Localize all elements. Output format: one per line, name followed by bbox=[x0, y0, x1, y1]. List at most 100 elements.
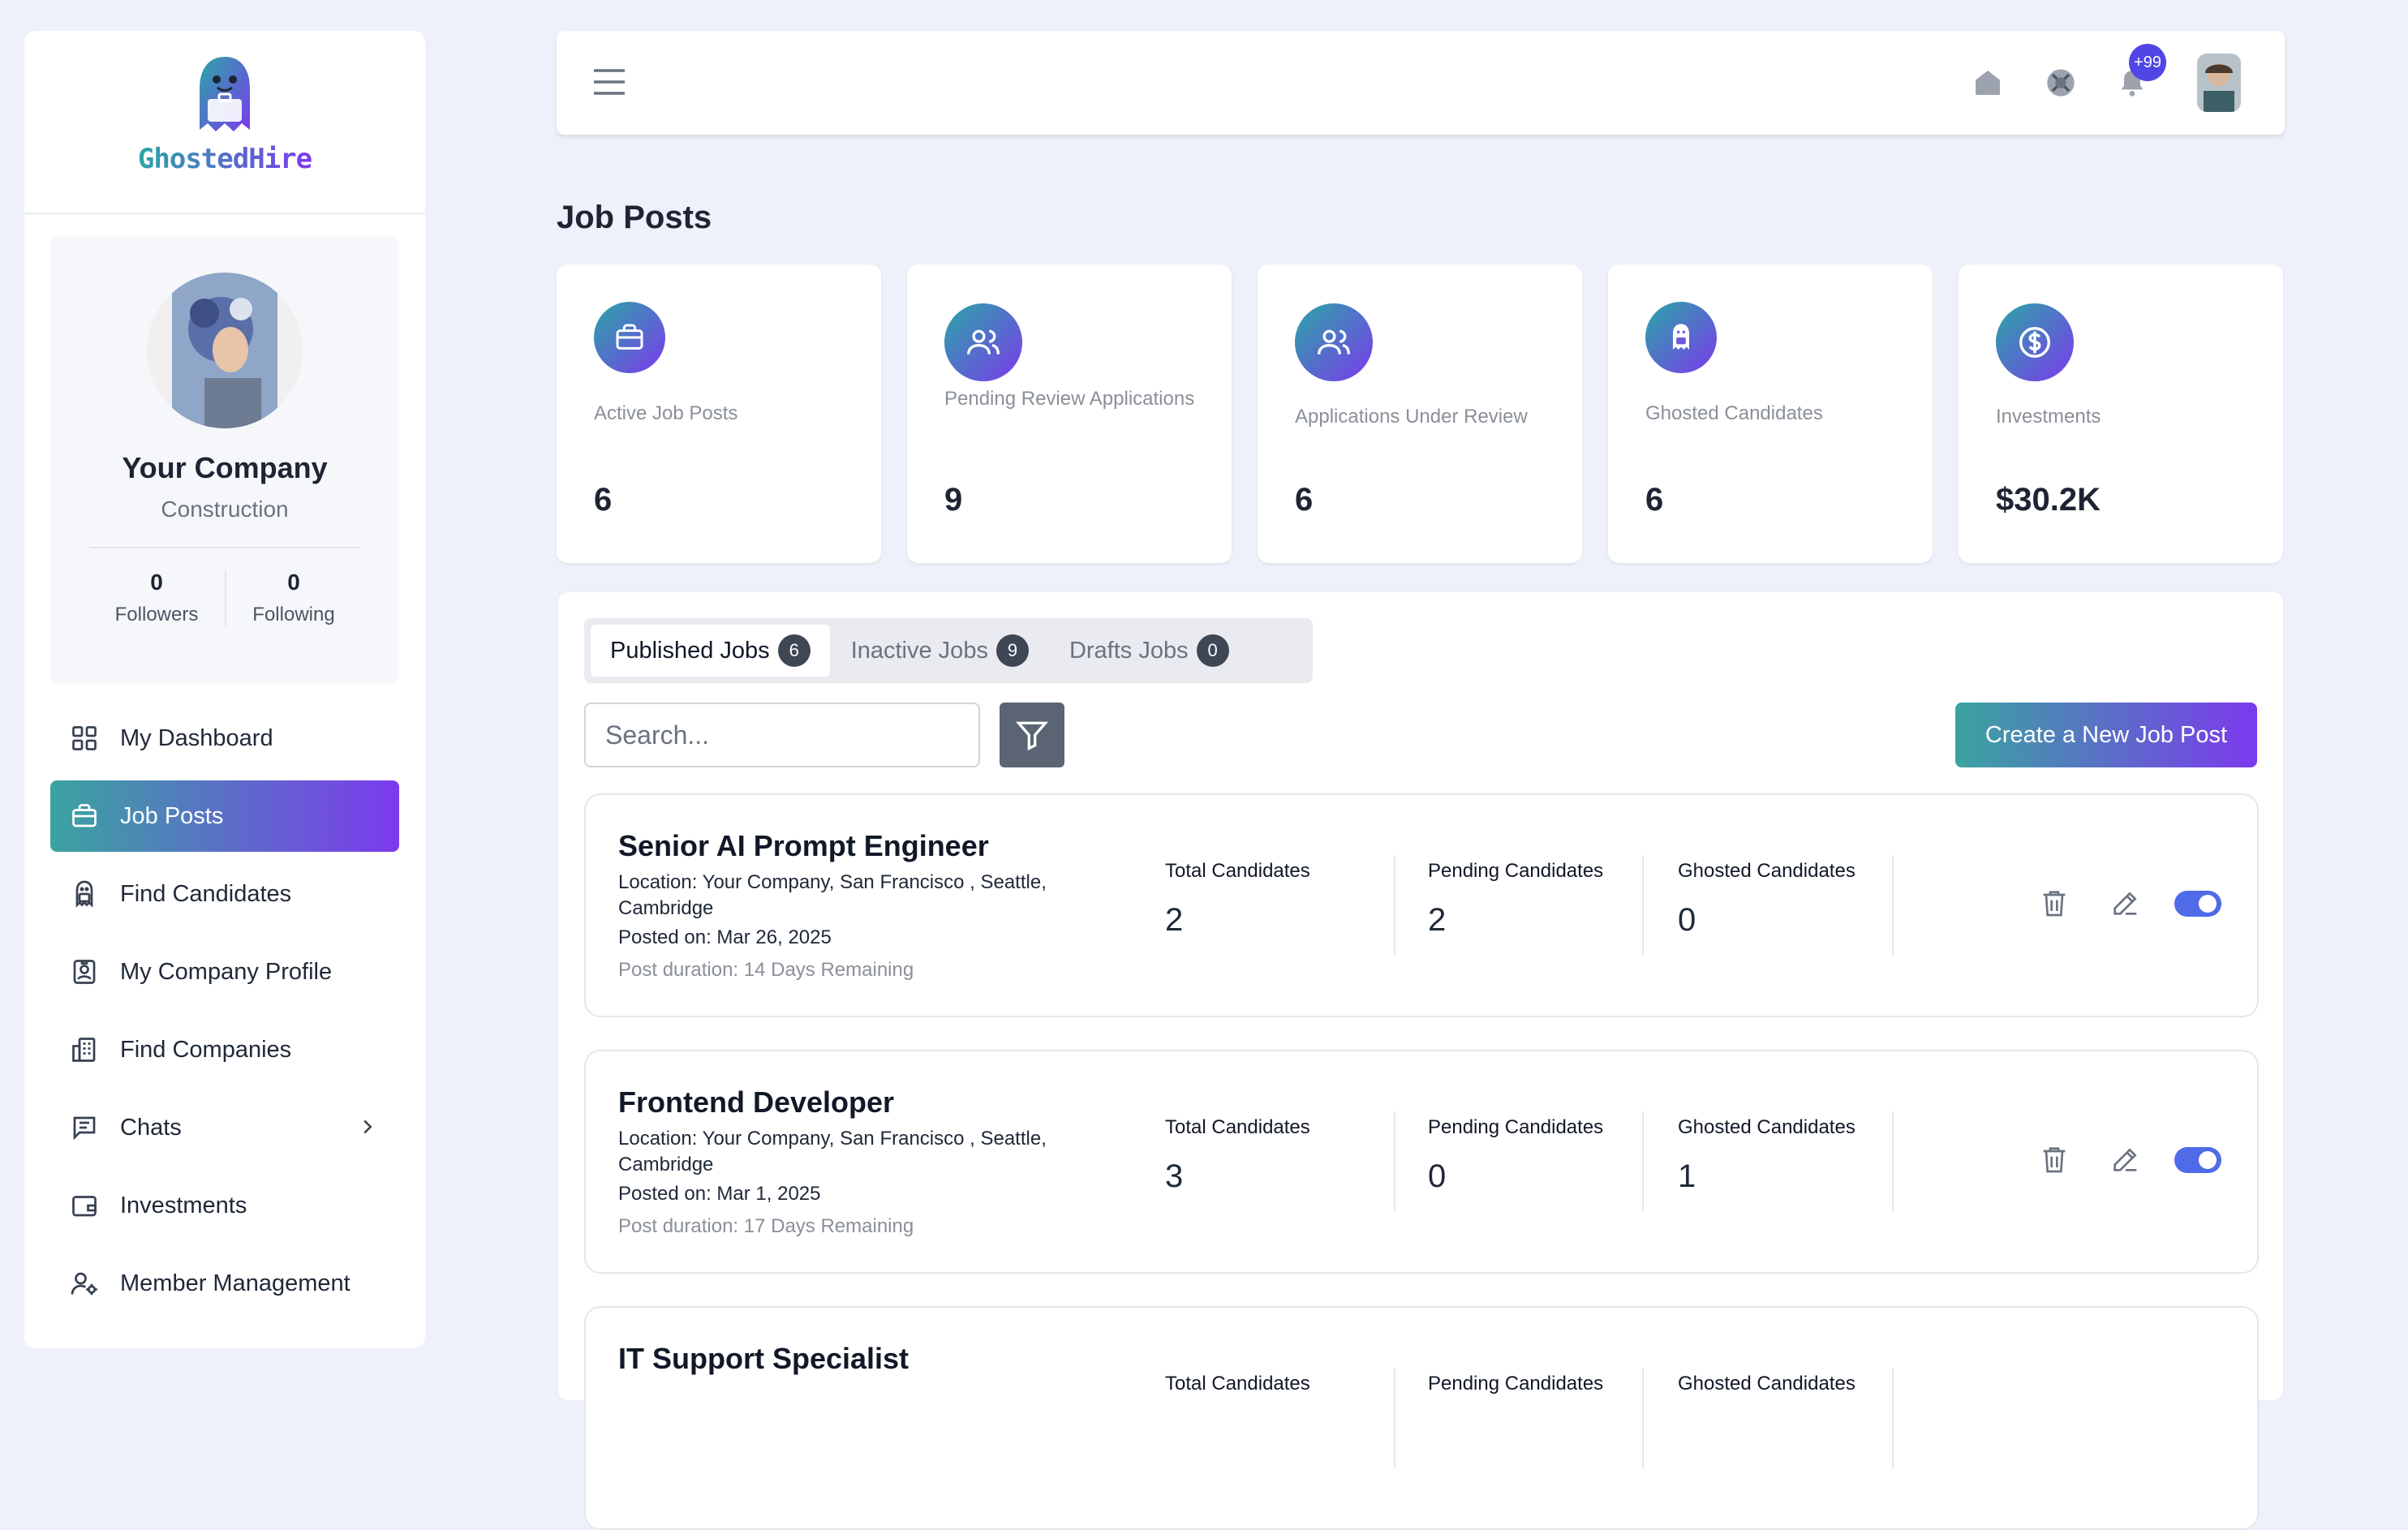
followers-count: 0 bbox=[150, 569, 163, 595]
following-stat[interactable]: 0 Following bbox=[225, 569, 361, 626]
trash-icon[interactable] bbox=[2038, 886, 2070, 924]
divider bbox=[89, 547, 360, 548]
user-settings-icon bbox=[67, 1266, 102, 1301]
avatar-photo-icon bbox=[172, 273, 277, 428]
job-active-toggle[interactable] bbox=[2174, 891, 2221, 917]
job-posted-date: Posted on: Mar 1, 2025 bbox=[618, 1183, 821, 1205]
followers-stat[interactable]: 0 Followers bbox=[88, 569, 225, 626]
job-active-toggle[interactable] bbox=[2174, 1147, 2221, 1173]
job-location: Location: Your Company, San Francisco , … bbox=[618, 1128, 1047, 1175]
stat-value: $30.2K bbox=[1996, 482, 2101, 518]
company-profile-card: Your Company Construction 0 Followers 0 … bbox=[50, 235, 399, 685]
sidebar-item-find-companies[interactable]: Find Companies bbox=[50, 1014, 399, 1085]
users-icon bbox=[1295, 303, 1373, 381]
sidebar-item-investments[interactable]: Investments bbox=[50, 1170, 399, 1241]
follow-stats: 0 Followers 0 Following bbox=[88, 569, 361, 626]
stat-label: Ghosted Candidates bbox=[1678, 860, 1855, 882]
tab-inactive-jobs[interactable]: Inactive Jobs 9 bbox=[832, 625, 1048, 677]
tab-count-badge: 0 bbox=[1196, 634, 1229, 667]
ghost-logo-icon bbox=[200, 57, 250, 131]
tab-count-badge: 6 bbox=[777, 634, 811, 667]
sidebar-item-label: Find Candidates bbox=[120, 880, 292, 907]
globe-icon[interactable] bbox=[2045, 67, 2077, 103]
stat-label: Ghosted Candidates bbox=[1678, 1116, 1855, 1138]
company-avatar[interactable] bbox=[147, 273, 303, 428]
tab-drafts-jobs[interactable]: Drafts Jobs 0 bbox=[1050, 625, 1249, 677]
search-input[interactable] bbox=[584, 703, 980, 767]
job-location: Location: Your Company, San Francisco , … bbox=[618, 871, 1047, 919]
total-candidates-stat: Total Candidates bbox=[1165, 1368, 1395, 1468]
home-icon[interactable] bbox=[1972, 67, 2004, 103]
stat-label: Pending Candidates bbox=[1428, 1116, 1604, 1138]
job-card[interactable]: Frontend Developer Location: Your Compan… bbox=[584, 1050, 2259, 1274]
filter-button[interactable] bbox=[1000, 703, 1064, 767]
pending-candidates-stat: Pending Candidates bbox=[1395, 1368, 1644, 1468]
stat-card-pending-review: Pending Review Applications 9 bbox=[907, 264, 1232, 563]
top-bar: +99 bbox=[557, 31, 2285, 135]
job-card[interactable]: IT Support Specialist Total Candidates P… bbox=[584, 1306, 2259, 1530]
stat-label: Pending Review Applications bbox=[944, 388, 1195, 410]
stat-card-investments: Investments $30.2K bbox=[1959, 264, 2283, 563]
stat-value: 6 bbox=[594, 482, 613, 518]
job-duration: Post duration: 14 Days Remaining bbox=[618, 959, 914, 981]
page-title: Job Posts bbox=[557, 200, 712, 235]
ghosted-candidates-stat: Ghosted Candidates bbox=[1644, 1368, 1894, 1468]
sidebar-nav: My Dashboard Job Posts Find Candidates M… bbox=[24, 703, 425, 1319]
edit-icon[interactable] bbox=[2109, 886, 2142, 924]
stat-value: 0 bbox=[1428, 1158, 1447, 1194]
stat-value: 2 bbox=[1165, 902, 1184, 938]
tab-label: Inactive Jobs bbox=[850, 637, 988, 664]
edit-icon[interactable] bbox=[2109, 1142, 2142, 1180]
job-title[interactable]: Senior AI Prompt Engineer bbox=[618, 829, 989, 863]
notification-badge: +99 bbox=[2129, 44, 2166, 81]
sidebar-item-label: My Dashboard bbox=[120, 724, 273, 751]
ghosted-candidates-stat: Ghosted Candidates 0 bbox=[1644, 855, 1894, 956]
stat-label: Total Candidates bbox=[1165, 1373, 1310, 1395]
sidebar-item-label: Member Management bbox=[120, 1270, 350, 1296]
user-avatar[interactable] bbox=[2197, 54, 2241, 112]
brand-name: GhostedHire bbox=[137, 143, 312, 175]
pending-candidates-stat: Pending Candidates 0 bbox=[1395, 1111, 1644, 1212]
logo[interactable]: GhostedHire bbox=[24, 31, 425, 214]
stat-label: Investments bbox=[1996, 406, 2101, 428]
briefcase-icon bbox=[594, 302, 665, 373]
sidebar-item-find-candidates[interactable]: Find Candidates bbox=[50, 858, 399, 930]
stat-value: 1 bbox=[1678, 1158, 1696, 1194]
job-card[interactable]: Senior AI Prompt Engineer Location: Your… bbox=[584, 793, 2259, 1017]
dashboard-grid-icon bbox=[67, 720, 102, 756]
job-title[interactable]: IT Support Specialist bbox=[618, 1342, 909, 1376]
sidebar-item-label: Find Companies bbox=[120, 1036, 292, 1063]
sidebar-item-my-company-profile[interactable]: My Company Profile bbox=[50, 936, 399, 1008]
stat-value: 9 bbox=[944, 482, 963, 518]
job-title[interactable]: Frontend Developer bbox=[618, 1085, 894, 1120]
sidebar-item-chats[interactable]: Chats bbox=[50, 1092, 399, 1163]
users-icon bbox=[944, 303, 1022, 381]
job-tabs: Published Jobs 6 Inactive Jobs 9 Drafts … bbox=[584, 618, 1313, 683]
menu-icon[interactable] bbox=[592, 68, 626, 100]
filter-icon bbox=[1015, 721, 1049, 751]
tab-published-jobs[interactable]: Published Jobs 6 bbox=[591, 625, 830, 677]
id-badge-icon bbox=[67, 954, 102, 990]
sidebar-item-label: Investments bbox=[120, 1192, 247, 1218]
stat-card-applications-under-review: Applications Under Review 6 bbox=[1258, 264, 1582, 563]
company-name: Your Company bbox=[122, 451, 328, 484]
total-candidates-stat: Total Candidates 3 bbox=[1165, 1111, 1395, 1212]
stat-label: Pending Candidates bbox=[1428, 1373, 1604, 1395]
sidebar-item-member-management[interactable]: Member Management bbox=[50, 1248, 399, 1319]
tab-count-badge: 9 bbox=[995, 634, 1029, 667]
trash-icon[interactable] bbox=[2038, 1142, 2070, 1180]
sidebar-item-label: My Company Profile bbox=[120, 958, 333, 985]
chevron-right-icon[interactable] bbox=[355, 1115, 380, 1145]
tab-label: Drafts Jobs bbox=[1069, 637, 1189, 664]
sidebar-item-my-dashboard[interactable]: My Dashboard bbox=[50, 703, 399, 774]
dollar-icon bbox=[1996, 303, 2074, 381]
sidebar-item-job-posts[interactable]: Job Posts bbox=[50, 780, 399, 852]
followers-label: Followers bbox=[114, 604, 199, 625]
pending-candidates-stat: Pending Candidates 2 bbox=[1395, 855, 1644, 956]
create-job-post-button[interactable]: Create a New Job Post bbox=[1955, 703, 2257, 767]
stat-label: Total Candidates bbox=[1165, 860, 1310, 882]
stat-value: 3 bbox=[1165, 1158, 1184, 1194]
sidebar-item-label: Job Posts bbox=[120, 802, 224, 829]
stat-label: Ghosted Candidates bbox=[1678, 1373, 1855, 1395]
stat-label: Applications Under Review bbox=[1295, 406, 1528, 428]
